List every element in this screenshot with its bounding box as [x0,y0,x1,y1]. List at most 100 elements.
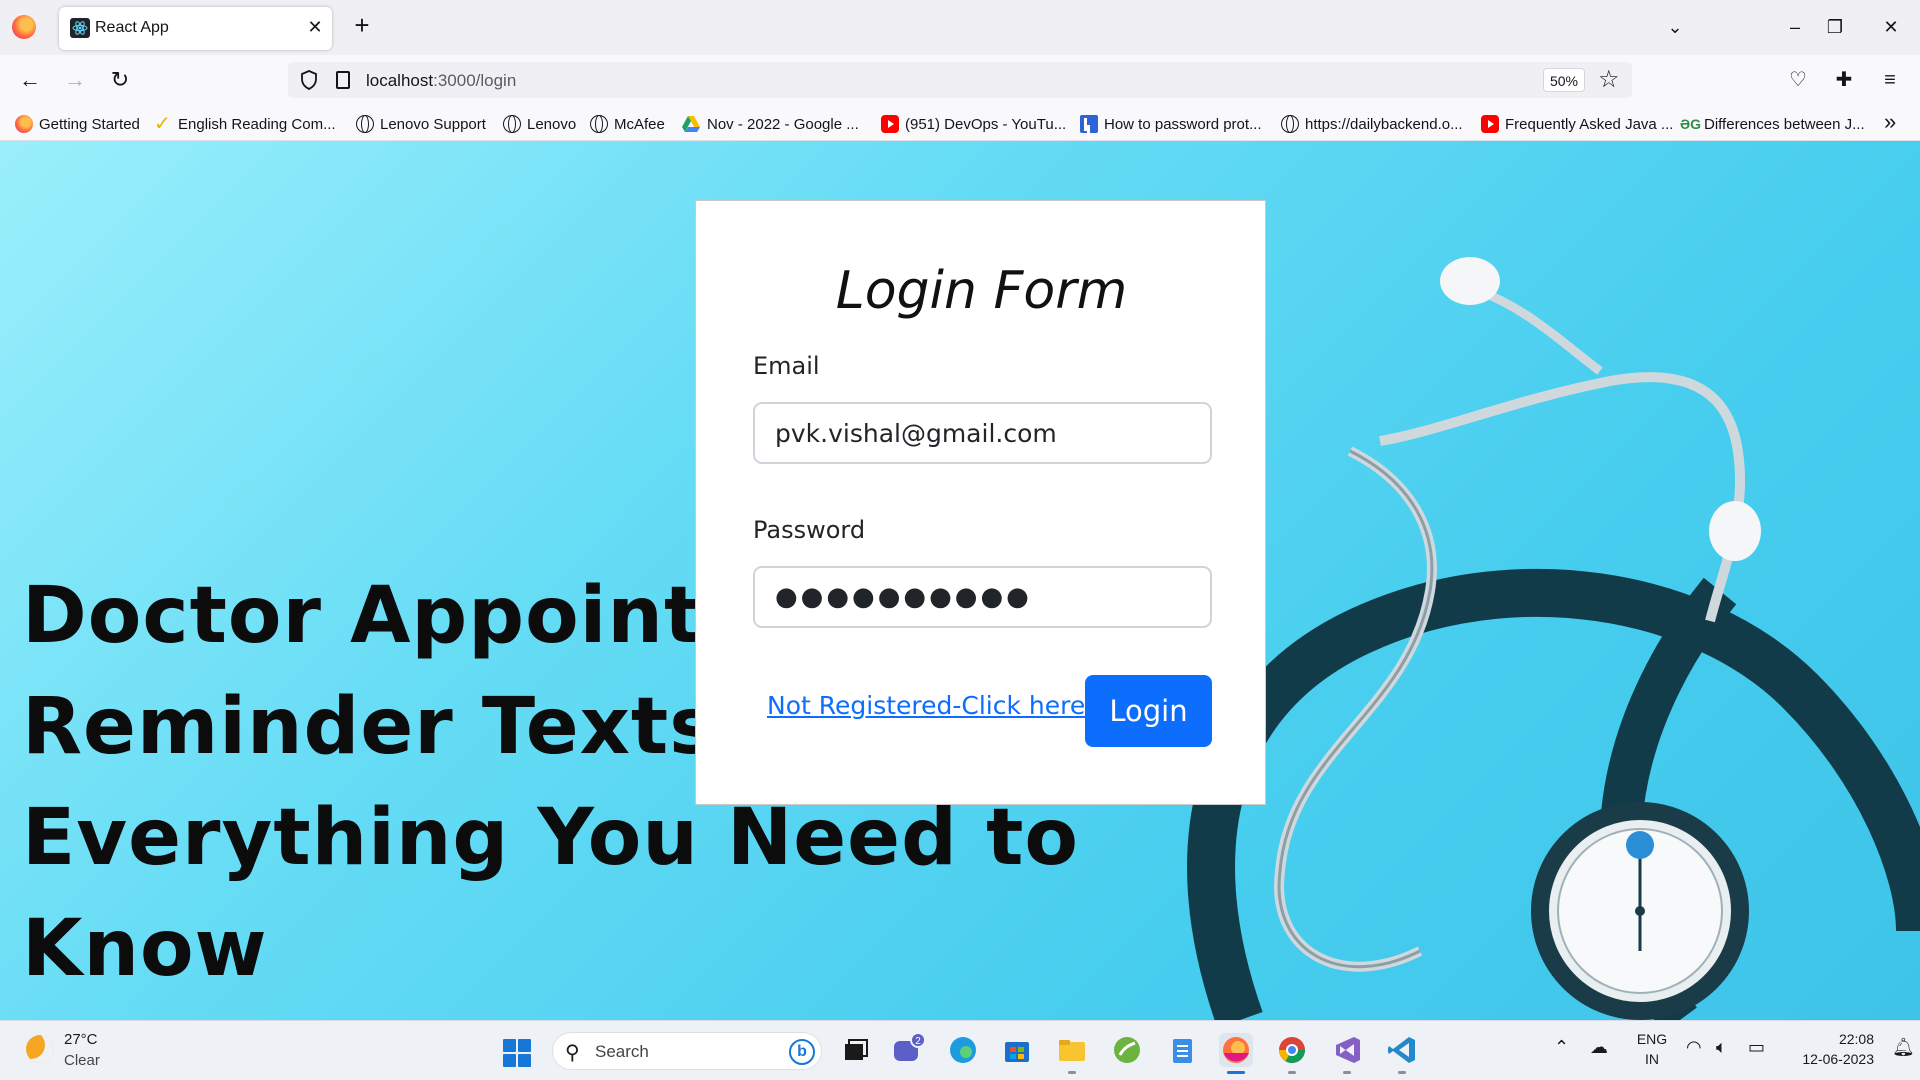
bookmark-differences[interactable]: ƏG Differences between J... [1680,113,1865,135]
react-icon [70,18,90,38]
bookmark-lenovo[interactable]: Lenovo [503,113,576,135]
register-link[interactable]: Not Registered-Click here [767,691,1085,720]
bookmark-label: McAfee [614,115,665,133]
stethoscope-image [1187,257,1920,1020]
geeksforgeeks-icon: ƏG [1680,116,1702,132]
firefox-icon [15,115,33,133]
window-close-icon[interactable]: ✕ [1876,14,1906,40]
restore-icon[interactable]: ❐ [1820,14,1850,40]
extensions-icon[interactable]: ✚ [1830,66,1858,94]
password-field[interactable] [753,566,1212,628]
windows-start-icon[interactable] [503,1039,531,1067]
bookmark-google-drive[interactable]: Nov - 2022 - Google ... [681,113,859,135]
list-tabs-icon[interactable]: ⌄ [1660,14,1690,40]
bookmark-password-protect[interactable]: How to password prot... [1080,113,1262,135]
youtube-icon [1481,115,1499,133]
shield-icon[interactable] [300,70,318,90]
spring-tool-icon[interactable] [1110,1033,1144,1067]
clock-time[interactable]: 22:08 [1780,1031,1874,1047]
page-content: Doctor Appointment Reminder Texts: Every… [0,141,1920,1020]
google-drive-icon [682,116,700,132]
bookmark-star-icon[interactable]: ☆ [1598,67,1620,93]
firefox-icon[interactable] [1219,1033,1253,1067]
tab-title: React App [95,19,169,36]
address-bar[interactable]: localhost:3000/login 50% ☆ [288,62,1632,98]
visual-studio-icon[interactable] [1330,1033,1364,1067]
chevron-up-icon[interactable]: ⌃ [1554,1037,1569,1058]
vscode-icon[interactable] [1385,1033,1419,1067]
notification-bell-icon[interactable]: 🔔︎ [1892,1037,1915,1058]
bookmark-getting-started[interactable]: Getting Started [15,113,140,135]
language-indicator[interactable]: ENG [1632,1031,1672,1047]
bookmark-label: Differences between J... [1704,115,1865,133]
moon-icon[interactable] [26,1035,54,1063]
bookmark-english-reading[interactable]: ✓ English Reading Com... [154,113,336,135]
zoom-level-button[interactable]: 50% [1543,68,1585,92]
taskbar-search[interactable]: ⚲ Search b [552,1032,822,1070]
bookmark-lenovo-support[interactable]: Lenovo Support [356,113,486,135]
globe-icon [503,115,521,133]
battery-icon[interactable]: ▭ [1748,1037,1765,1058]
menu-icon[interactable]: ≡ [1876,66,1904,94]
volume-icon[interactable]: 🔈︎ [1716,1037,1727,1058]
navigation-toolbar: ← → ↻ localhost:3000/login 50% ☆ ♡ ✚ ≡ [0,55,1920,105]
app-running-indicator [1288,1071,1296,1074]
chat-badge: 2 [915,1036,921,1047]
region-indicator[interactable]: IN [1632,1051,1672,1067]
email-label: Email [753,352,820,380]
edge-icon[interactable] [946,1033,980,1067]
minimize-icon[interactable]: – [1780,14,1810,40]
weather-condition[interactable]: Clear [64,1052,100,1069]
search-placeholder: Search [595,1042,649,1061]
weather-temperature[interactable]: 27°C [64,1031,98,1048]
bookmark-label: How to password prot... [1104,115,1262,133]
chrome-icon[interactable] [1275,1033,1309,1067]
bookmark-label: (951) DevOps - YouTu... [905,115,1067,133]
microsoft-store-icon[interactable] [1000,1033,1034,1067]
bookmark-devops-youtube[interactable]: (951) DevOps - YouTu... [881,113,1066,135]
pocket-icon[interactable]: ♡ [1784,66,1812,94]
teams-chat-icon[interactable]: 2 [890,1032,926,1067]
bookmark-dailybackend[interactable]: https://dailybackend.o... [1281,113,1463,135]
app-active-indicator [1227,1071,1245,1074]
new-tab-icon[interactable]: + [350,12,374,38]
onedrive-icon[interactable]: ☁ [1590,1037,1608,1058]
bookmark-java-questions[interactable]: Frequently Asked Java ... [1481,113,1673,135]
bookmark-label: https://dailybackend.o... [1305,115,1463,133]
linkedin-learning-icon [1080,115,1098,133]
check-icon: ✓ [154,113,171,135]
globe-icon [356,115,374,133]
tab-react-app[interactable]: React App ✕ [59,7,332,50]
clock-date[interactable]: 12-06-2023 [1780,1051,1874,1067]
tab-strip: React App ✕ + ⌄ – ❐ ✕ [0,0,1920,55]
file-explorer-icon[interactable] [1055,1033,1089,1067]
bookmark-mcafee[interactable]: McAfee [590,113,665,135]
search-icon: ⚲ [565,1042,580,1064]
globe-icon [1281,115,1299,133]
login-form-card: Login Form Email Password Not Registered… [695,200,1266,805]
bookmark-label: Nov - 2022 - Google ... [707,115,859,133]
reload-icon[interactable]: ↻ [106,66,134,94]
chevron-right-icon[interactable]: » [1884,109,1896,135]
forward-icon[interactable]: → [61,66,89,94]
login-title: Login Form [835,261,1128,321]
taskbar: 27°C Clear ⚲ Search b 2 ⌃ ☁ ENG IN ◠ 🔈︎ … [0,1020,1920,1080]
app-running-indicator [1343,1071,1351,1074]
login-button[interactable]: Login [1085,675,1212,747]
url-text[interactable]: localhost:3000/login [366,71,516,91]
bing-icon[interactable]: b [789,1039,815,1065]
bookmark-label: Getting Started [39,115,140,133]
task-view-icon[interactable] [838,1033,872,1067]
bookmark-label: Lenovo [527,115,577,133]
wifi-icon[interactable]: ◠ [1686,1037,1702,1058]
firefox-view-icon[interactable] [12,15,36,39]
password-label: Password [753,516,866,544]
page-icon[interactable] [336,71,350,89]
notepad-icon[interactable] [1165,1033,1199,1067]
app-running-indicator [1068,1071,1076,1074]
email-field[interactable] [753,402,1212,464]
bookmark-label: Frequently Asked Java ... [1505,115,1674,133]
heading-line: Know [22,904,268,994]
back-icon[interactable]: ← [16,66,44,94]
close-icon[interactable]: ✕ [304,16,326,38]
